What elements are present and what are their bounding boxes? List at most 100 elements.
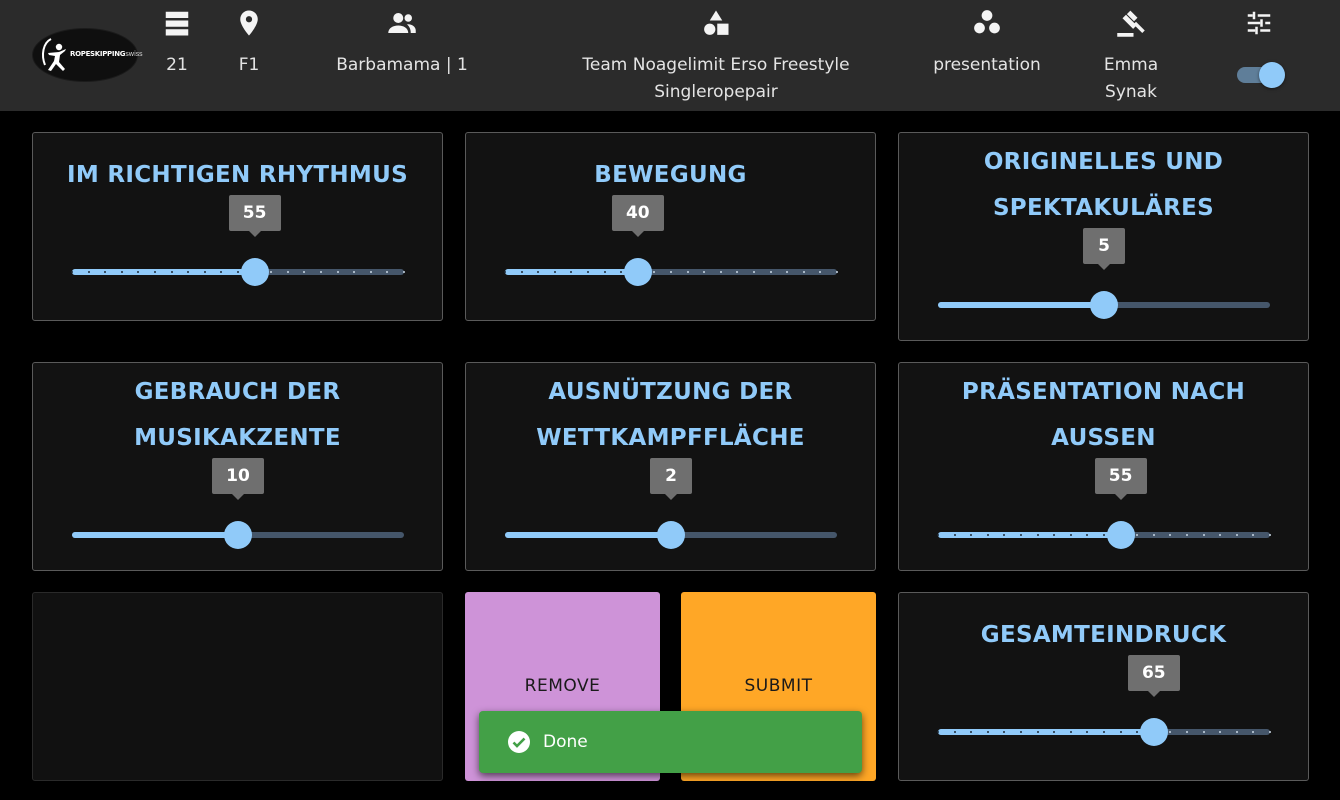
category-name: presentation [933,55,1041,75]
empty-panel [32,592,443,781]
judge-first-name: Emma [1103,55,1159,75]
slider-tick-mark [320,271,322,273]
score-card-presentation: PRÄSENTATION NACH AUSSEN 55 [898,362,1309,571]
bubbles-icon [974,10,1000,34]
slider-tick-mark [336,271,339,273]
slider-tick-mark [1119,731,1122,733]
slider-tick-mark [1202,731,1205,733]
brand-suffix: swiss [125,50,143,58]
slider-tick-mark [1103,534,1105,536]
overall-impression-slider[interactable]: 65 [937,655,1271,747]
success-toast: Done [479,711,862,773]
slider-thumb[interactable] [657,521,685,549]
slider-thumb[interactable] [240,258,269,286]
score-card-movement: BEWEGUNG 40 [465,132,876,321]
shapes-icon [704,10,729,35]
slider-tick-mark [719,271,722,273]
slider-value-label: 5 [1083,228,1125,270]
slider-tick-mark [71,271,73,273]
slider-fill [938,532,1121,538]
score-card-floor-usage: AUSNÜTZUNG DER WETTKAMPFFLÄCHE 2 [465,362,876,571]
card-title-line1: GEBRAUCH DER [134,379,341,405]
field-info: F1 [234,8,264,79]
slider-tick-mark [520,271,523,273]
slider-tick-mark [1186,534,1188,536]
slider-fill [938,302,1104,308]
slider-tick-mark [587,271,589,273]
slider-fill [72,532,238,538]
slider-value-label: 2 [650,458,692,500]
score-card-rhythm: IM RICHTIGEN RHYTHMUS 55 [32,132,443,321]
slider-tick-mark [1020,534,1022,536]
slider-tick-mark [87,271,90,273]
slider-thumb[interactable] [1139,718,1168,746]
slider-tick-mark [1069,731,1072,733]
rhythm-slider[interactable]: 55 [71,195,405,287]
slider-tick-mark [937,534,939,536]
mode-toggle[interactable] [1237,62,1287,88]
slider-tick-mark [769,271,772,273]
card-title: BEWEGUNG [594,162,747,188]
slider-tick-mark [1069,534,1072,536]
card-title: IM RICHTIGEN RHYTHMUS [67,162,408,188]
team-info: Team Noagelimit Erso Freestyle Singlerope… [580,8,852,106]
heat-info: 21 [162,8,192,79]
movement-slider[interactable]: 40 [504,195,838,287]
card-title: GESAMTEINDRUCK [980,622,1227,648]
slider-fill [505,532,671,538]
slider-tick-mark [553,271,556,273]
slider-tick-mark [603,271,606,273]
ropeskipping-logo[interactable]: ROPESKIPPINGswiss [32,28,143,82]
slider-tick-mark [154,271,156,273]
slider-thumb[interactable] [623,258,652,286]
slider-tick-mark [753,271,755,273]
tune-icon[interactable] [1244,8,1274,38]
check-circle-icon [508,731,530,753]
slider-tick-mark [286,271,289,273]
slider-tick-mark [1235,731,1238,733]
slider-tick-mark [1036,534,1039,536]
originality-slider[interactable]: 5 [938,228,1270,320]
slider-tick-mark [953,731,956,733]
slider-tick-mark [237,271,239,273]
slider-tick-mark [836,271,838,273]
card-title-line2: AUSSEN [1051,425,1156,451]
slider-tick-mark [120,271,123,273]
participant-name: Barbamama | 1 [336,55,468,75]
app-header: ROPESKIPPINGswiss 21 F1 Barbamama | 1 Te… [0,0,1340,111]
slider-tick-mark [1020,731,1022,733]
card-title-line1: AUSNÜTZUNG DER [548,379,793,405]
slider-tick-mark [369,271,372,273]
score-card-music-accents: GEBRAUCH DER MUSIKAKZENTE 10 [32,362,443,571]
slider-tick-mark [504,271,506,273]
toast-message: Done [543,732,588,752]
people-icon [388,13,416,33]
card-title-line2: MUSIKAKZENTE [134,425,341,451]
floor-usage-slider[interactable]: 2 [505,458,837,550]
slider-thumb[interactable] [224,521,252,549]
judge-info: Emma Synak [1100,8,1162,106]
slider-tick-mark [802,271,805,273]
slider-tick-mark [937,731,939,733]
slider-thumb[interactable] [1106,521,1135,549]
presentation-slider[interactable]: 55 [937,458,1271,550]
slider-tick-mark [1036,731,1039,733]
score-card-overall-impression: GESAMTEINDRUCK 65 [898,592,1309,781]
slider-tick-mark [1152,534,1155,536]
layers-icon [165,11,189,36]
slider-thumb[interactable] [1090,291,1118,319]
card-title-line2: SPEKTAKULÄRES [992,195,1215,221]
score-card-originality: ORIGINELLES UND SPEKTAKULÄRES 5 [898,132,1309,341]
music-accents-slider[interactable]: 10 [72,458,404,550]
card-title-line2: WETTKAMPFFLÄCHE [536,425,805,451]
slider-tick-mark [986,731,989,733]
category-info: presentation [932,8,1042,79]
toggle-thumb [1259,62,1285,88]
slider-tick-mark [1235,534,1238,536]
team-name-line1: Team Noagelimit Erso Freestyle [582,55,850,75]
jumper-figure-icon [42,38,66,71]
slider-tick-mark [1269,731,1271,733]
slider-tick-mark [170,271,173,273]
slider-tick-mark [1103,731,1105,733]
slider-value-label: 55 [228,195,281,237]
